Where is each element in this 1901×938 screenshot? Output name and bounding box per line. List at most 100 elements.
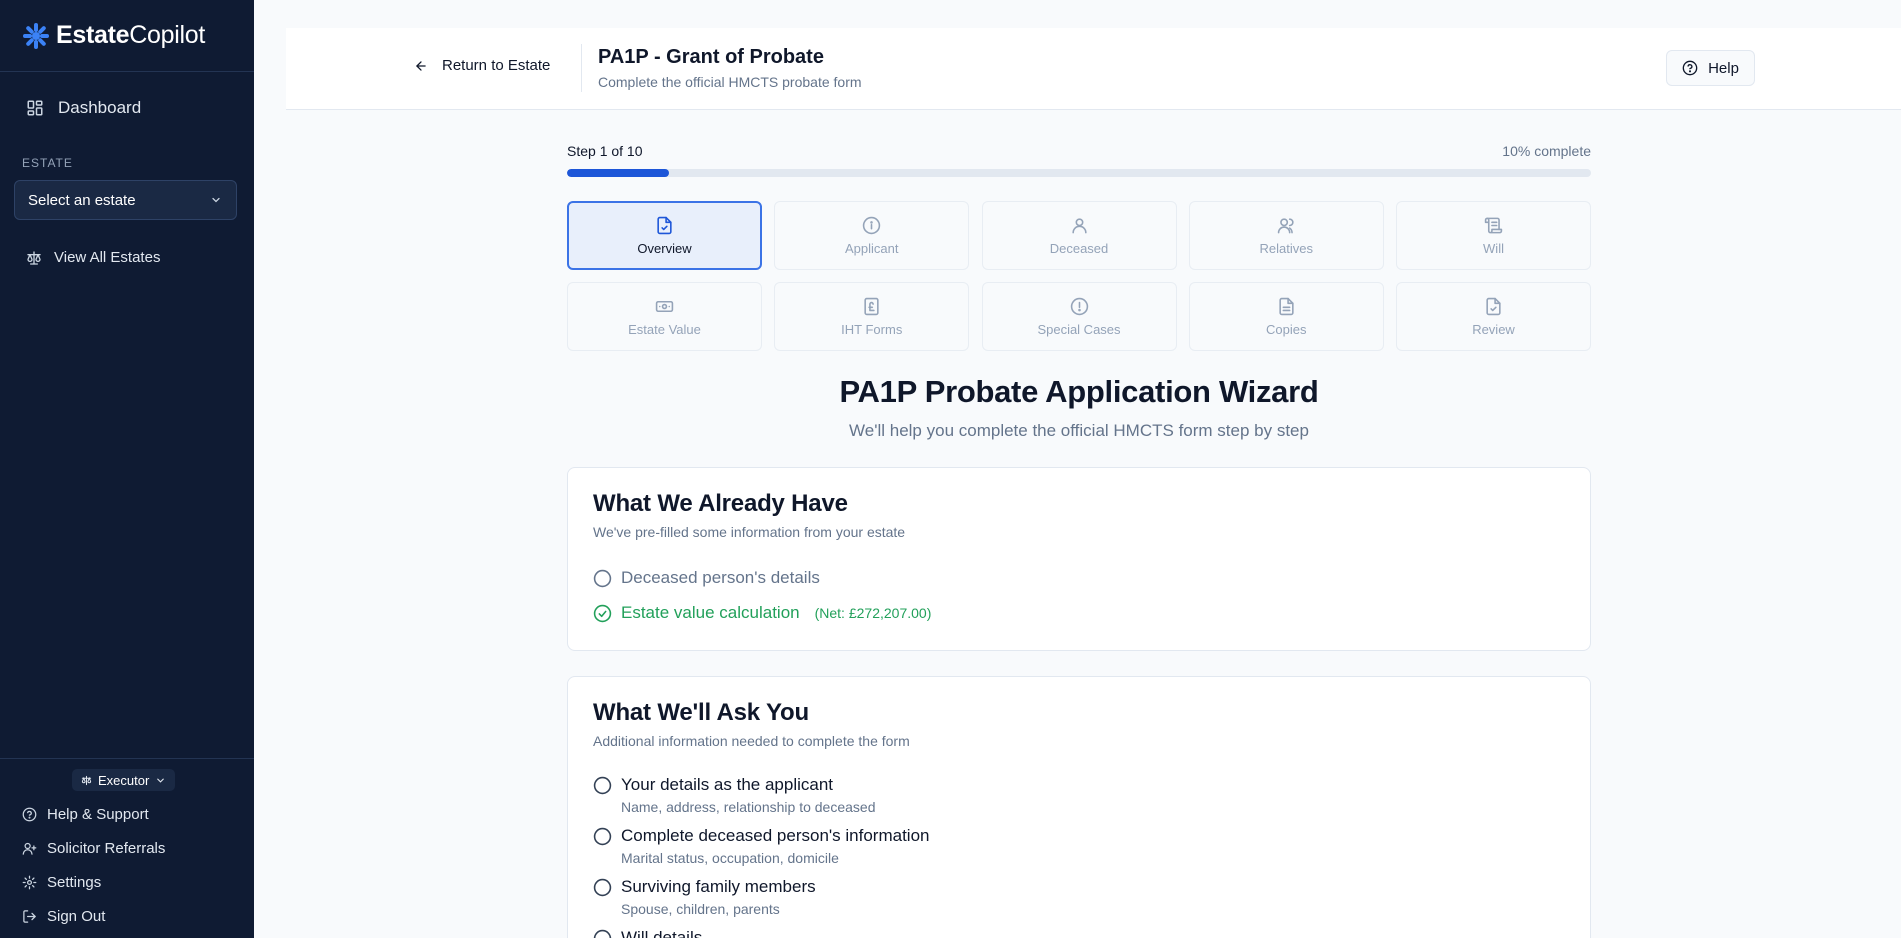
- sidebar-item-settings[interactable]: Settings: [22, 874, 101, 891]
- check-circle-icon: [593, 604, 612, 623]
- scale-icon: [81, 775, 92, 785]
- will-ask-card: What We'll Ask You Additional informatio…: [567, 676, 1591, 938]
- user-icon: [1071, 217, 1087, 233]
- empty-circle-icon: [593, 827, 612, 846]
- file-check-icon: [1486, 297, 1501, 315]
- step-tab-label: IHT Forms: [841, 321, 903, 337]
- step-tab-review[interactable]: Review: [1396, 282, 1591, 351]
- sidebar-item-label: Settings: [47, 874, 102, 891]
- sidebar-item-view-all-estates[interactable]: View All Estates: [26, 249, 160, 266]
- page-header: Return to Estate PA1P - Grant of Probate…: [286, 28, 1901, 110]
- brand-logo[interactable]: EstateCopilot: [0, 0, 254, 72]
- list-item: Complete deceased person's information M…: [593, 826, 1565, 866]
- sidebar-item-solicitor-referrals[interactable]: Solicitor Referrals: [22, 840, 165, 857]
- empty-circle-icon: [593, 929, 612, 938]
- gear-icon: [22, 875, 37, 890]
- header-divider: [581, 44, 582, 92]
- progress-bar-fill: [567, 169, 670, 177]
- step-tab-label: Review: [1472, 321, 1515, 337]
- list-item: Your details as the applicant Name, addr…: [593, 775, 1565, 815]
- sidebar-footer: Executor Help & Support Solicitor Referr…: [0, 758, 254, 938]
- item-title: Surviving family members: [621, 877, 816, 896]
- sidebar-item-sign-out[interactable]: Sign Out: [22, 908, 105, 925]
- empty-circle-icon: [593, 776, 612, 795]
- item-title: Your details as the applicant: [621, 775, 834, 794]
- asterisk-logo-icon: [23, 22, 49, 49]
- step-tab-iht-forms[interactable]: IHT Forms: [774, 282, 970, 351]
- alert-circle-icon: [1070, 297, 1088, 315]
- step-tabs: Overview Applicant Deceased Relatives Wi…: [567, 201, 1591, 351]
- chevron-down-icon: [157, 778, 165, 783]
- step-tab-estate-value[interactable]: Estate Value: [567, 282, 762, 351]
- card-title: What We'll Ask You: [593, 699, 809, 726]
- estate-select-value: Select an estate: [28, 191, 136, 209]
- brand-name: EstateCopilot: [56, 21, 205, 49]
- step-tab-label: Overview: [637, 240, 692, 256]
- sidebar-item-label: Solicitor Referrals: [47, 840, 166, 857]
- progress-bar: [567, 169, 1591, 177]
- help-label: Help: [1708, 59, 1739, 77]
- step-tab-deceased[interactable]: Deceased: [981, 201, 1177, 270]
- wizard-subtitle: We'll help you complete the official HMC…: [849, 421, 1309, 440]
- role-label: Executor: [98, 772, 150, 788]
- sidebar-item-label: View All Estates: [54, 249, 161, 266]
- estate-net-value: (Net: £272,207.00): [814, 605, 932, 621]
- step-tab-relatives[interactable]: Relatives: [1188, 201, 1384, 270]
- help-circle-icon: [22, 807, 37, 822]
- step-tab-label: Estate Value: [628, 321, 701, 337]
- step-tab-label: Special Cases: [1037, 321, 1121, 337]
- sidebar-item-help-support[interactable]: Help & Support: [22, 806, 149, 823]
- sidebar-item-label: Dashboard: [58, 98, 142, 117]
- card-subtitle: Additional information needed to complet…: [593, 733, 910, 749]
- user-plus-icon: [22, 842, 37, 855]
- item-description: Spouse, children, parents: [621, 901, 780, 917]
- list-item: Deceased person's details: [593, 568, 1565, 588]
- return-to-estate-label: Return to Estate: [442, 57, 551, 74]
- pound-file-icon: [864, 297, 879, 315]
- step-tab-will[interactable]: Will: [1396, 201, 1591, 270]
- estate-select[interactable]: Select an estate: [14, 180, 237, 220]
- item-title: Deceased person's details: [621, 568, 820, 587]
- item-title: Estate value calculation: [621, 603, 800, 622]
- file-check-icon: [657, 216, 672, 234]
- estate-section-label: ESTATE: [22, 156, 73, 170]
- already-have-card: What We Already Have We've pre-filled so…: [567, 467, 1591, 651]
- list-item: Surviving family members Spouse, childre…: [593, 877, 1565, 917]
- sidebar-item-label: Help & Support: [47, 806, 149, 823]
- info-circle-icon: [863, 216, 881, 234]
- step-tab-label: Deceased: [1049, 240, 1109, 256]
- step-tab-copies[interactable]: Copies: [1188, 282, 1384, 351]
- help-button[interactable]: Help: [1666, 50, 1755, 86]
- list-item: Estate value calculation (Net: £272,207.…: [593, 603, 1565, 623]
- step-tab-overview[interactable]: Overview: [567, 201, 762, 270]
- role-switcher[interactable]: Executor: [72, 769, 176, 791]
- log-out-icon: [23, 910, 36, 923]
- card-subtitle: We've pre-filled some information from y…: [593, 524, 906, 540]
- arrow-left-icon: [416, 60, 426, 71]
- percent-complete: 10% complete: [1502, 143, 1591, 159]
- sidebar-item-label: Sign Out: [47, 908, 106, 925]
- item-title: Will details: [621, 928, 703, 938]
- step-counter: Step 1 of 10: [567, 143, 643, 159]
- banknote-icon: [655, 300, 674, 312]
- step-tab-label: Applicant: [845, 240, 899, 256]
- scroll-icon: [1484, 217, 1503, 233]
- step-tab-special-cases[interactable]: Special Cases: [981, 282, 1177, 351]
- return-to-estate-button[interactable]: Return to Estate: [414, 57, 550, 74]
- page-title: PA1P - Grant of Probate: [598, 46, 824, 68]
- empty-circle-icon: [593, 569, 612, 588]
- dashboard-grid-icon: [27, 100, 43, 116]
- scale-icon: [27, 250, 41, 265]
- file-text-icon: [1279, 297, 1294, 315]
- item-description: Name, address, relationship to deceased: [621, 799, 876, 815]
- chevron-down-icon: [212, 197, 220, 203]
- wizard-title: PA1P Probate Application Wizard: [839, 374, 1319, 409]
- list-item: Will details: [593, 928, 1565, 938]
- step-tab-label: Will: [1483, 240, 1504, 256]
- item-title: Complete deceased person's information: [621, 826, 930, 845]
- users-icon: [1277, 217, 1294, 233]
- sidebar-item-dashboard[interactable]: Dashboard: [26, 98, 141, 118]
- step-tab-label: Copies: [1266, 321, 1307, 337]
- help-circle-icon: [1682, 60, 1698, 76]
- step-tab-applicant[interactable]: Applicant: [774, 201, 970, 270]
